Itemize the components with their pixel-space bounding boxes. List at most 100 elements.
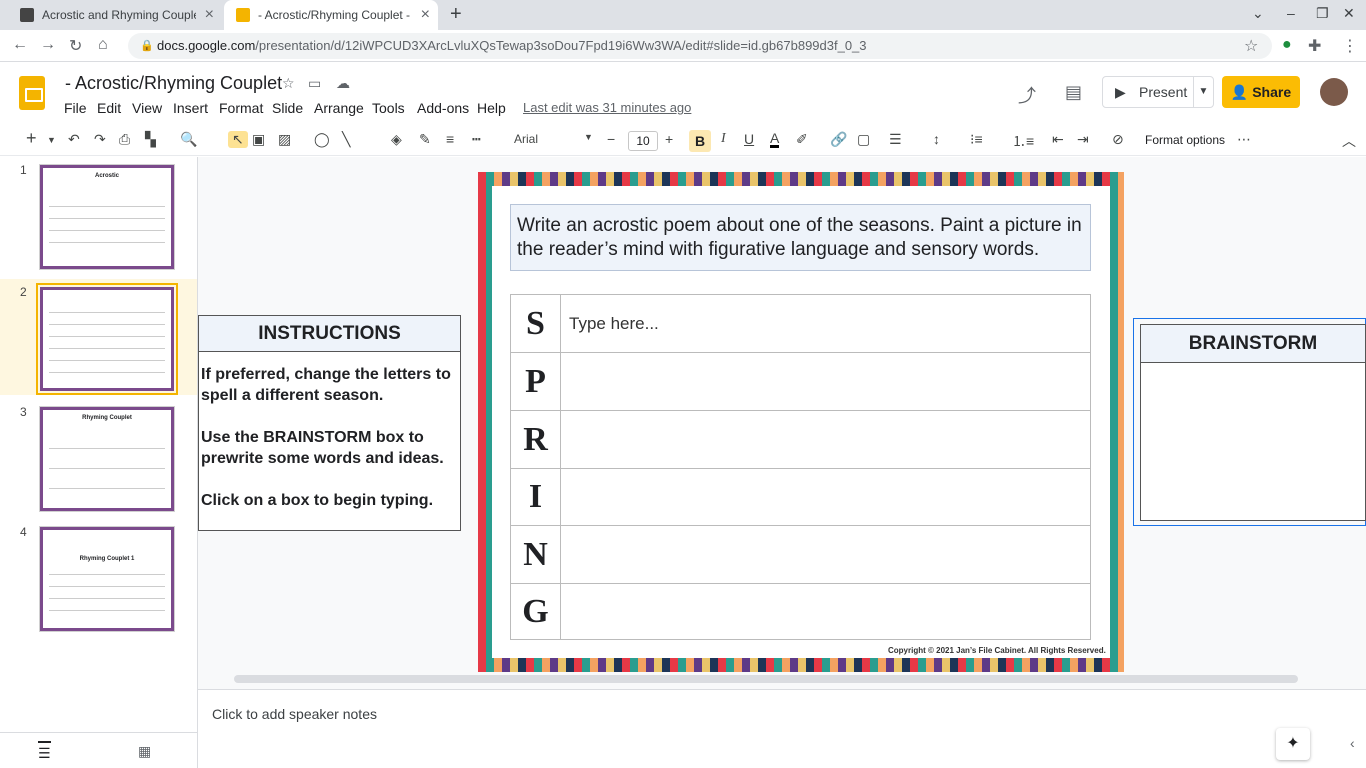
menu-tools[interactable]: Tools bbox=[372, 100, 405, 116]
star-icon[interactable]: ☆ bbox=[282, 75, 295, 92]
bold-button[interactable]: B bbox=[689, 130, 711, 152]
fill-color-icon[interactable]: ◈ bbox=[391, 131, 402, 148]
new-slide-dropdown-icon[interactable]: ▼ bbox=[47, 135, 56, 145]
increase-indent-icon[interactable]: ⇥ bbox=[1077, 131, 1089, 148]
menu-help[interactable]: Help bbox=[477, 100, 506, 116]
numbered-list-icon[interactable]: ⒈≡ bbox=[1012, 131, 1034, 151]
list-view-icon[interactable]: ☰ bbox=[38, 741, 51, 762]
collapse-icon[interactable]: ︿ bbox=[1342, 131, 1356, 151]
close-window-icon[interactable]: ✕ bbox=[1343, 5, 1355, 22]
document-title[interactable]: - Acrostic/Rhyming Couplet bbox=[65, 73, 282, 94]
acrostic-row[interactable]: G bbox=[511, 583, 1090, 641]
underline-icon[interactable]: U bbox=[744, 131, 754, 147]
undo-icon[interactable]: ↶ bbox=[68, 131, 80, 148]
image-icon[interactable]: ▨ bbox=[278, 131, 291, 148]
acrostic-row[interactable]: R bbox=[511, 411, 1090, 469]
close-tab-icon[interactable]: × bbox=[205, 6, 214, 24]
tab-1[interactable]: Acrostic and Rhyming Couplet F× bbox=[8, 0, 222, 30]
extensions-puzzle-icon[interactable]: ✚ bbox=[1308, 36, 1321, 56]
decrease-font-icon[interactable]: − bbox=[607, 131, 615, 147]
link-icon[interactable]: 🔗 bbox=[830, 131, 847, 148]
select-icon[interactable]: ↖ bbox=[228, 131, 248, 148]
text-color-icon[interactable]: A bbox=[770, 131, 780, 148]
present-dropdown-icon[interactable]: ▼ bbox=[1193, 77, 1213, 107]
add-comment-icon[interactable]: ▢ bbox=[857, 131, 870, 148]
acrostic-row[interactable]: S Type here... bbox=[511, 295, 1090, 353]
line-spacing-icon[interactable]: ↕ bbox=[933, 131, 940, 147]
slide-thumbnail[interactable] bbox=[36, 283, 178, 395]
bulleted-list-icon[interactable]: ⁝≡ bbox=[970, 131, 983, 148]
font-size-input[interactable]: 10 bbox=[628, 131, 658, 151]
side-panel-toggle-icon[interactable]: ‹ bbox=[1350, 735, 1355, 751]
paint-format-icon[interactable]: ▚ bbox=[145, 131, 156, 148]
acrostic-row[interactable]: N bbox=[511, 526, 1090, 584]
home-icon[interactable]: ⌂ bbox=[98, 36, 108, 54]
menu-addons[interactable]: Add-ons bbox=[417, 100, 469, 116]
back-icon[interactable]: ← bbox=[12, 36, 28, 54]
border-dash-icon[interactable]: ┅ bbox=[472, 131, 480, 148]
acrostic-row[interactable]: I bbox=[511, 468, 1090, 526]
tab-search-icon[interactable]: ⌄ bbox=[1252, 5, 1264, 22]
highlight-icon[interactable]: ✐ bbox=[796, 131, 808, 148]
text-box-icon[interactable]: ▣ bbox=[252, 131, 265, 148]
slides-logo-icon[interactable] bbox=[19, 76, 45, 110]
font-select[interactable]: Arial ▼ bbox=[514, 132, 593, 146]
italic-icon[interactable]: I bbox=[721, 131, 726, 147]
slide-thumbnail[interactable]: Acrostic bbox=[39, 164, 175, 270]
line-icon[interactable]: ╲ bbox=[342, 131, 350, 148]
avatar[interactable] bbox=[1320, 78, 1348, 106]
format-options-button[interactable]: Format options bbox=[1145, 133, 1225, 147]
bookmark-star-icon[interactable]: ☆ bbox=[1244, 36, 1258, 56]
decrease-indent-icon[interactable]: ⇤ bbox=[1052, 131, 1064, 148]
more-icon[interactable]: ⋯ bbox=[1237, 131, 1251, 148]
present-button[interactable]: ▶ Present ▼ bbox=[1102, 76, 1214, 108]
align-icon[interactable]: ☰ bbox=[889, 131, 902, 148]
chrome-menu-icon[interactable]: ⋮ bbox=[1342, 36, 1358, 56]
menu-slide[interactable]: Slide bbox=[272, 100, 303, 116]
forward-icon[interactable]: → bbox=[40, 36, 56, 54]
grid-view-icon[interactable]: ▦ bbox=[138, 743, 151, 760]
thumb-slide-3[interactable]: 3 Rhyming Couplet bbox=[0, 399, 197, 515]
increase-font-icon[interactable]: + bbox=[665, 131, 673, 147]
new-tab-button[interactable]: + bbox=[450, 3, 462, 26]
menu-arrange[interactable]: Arrange bbox=[314, 100, 364, 116]
move-folder-icon[interactable]: ▭ bbox=[308, 75, 321, 92]
new-slide-icon[interactable]: + bbox=[26, 128, 37, 149]
print-icon[interactable]: ⎙ bbox=[119, 131, 130, 148]
instructions-box[interactable]: INSTRUCTIONS If preferred, change the le… bbox=[198, 315, 461, 531]
restore-icon[interactable]: ❐ bbox=[1316, 5, 1329, 22]
close-tab-icon[interactable]: × bbox=[421, 6, 430, 24]
slide-thumbnail[interactable]: Rhyming Couplet 1 bbox=[39, 526, 175, 632]
menu-format[interactable]: Format bbox=[219, 100, 263, 116]
zoom-icon[interactable]: 🔍 bbox=[180, 131, 197, 148]
menu-file[interactable]: File bbox=[64, 100, 87, 116]
redo-icon[interactable]: ↷ bbox=[94, 131, 106, 148]
tab-2[interactable]: - Acrostic/Rhyming Couplet - Go× bbox=[224, 0, 438, 30]
thumb-slide-1[interactable]: 1 Acrostic bbox=[0, 157, 197, 273]
prompt-text[interactable]: Write an acrostic poem about one of the … bbox=[510, 204, 1091, 271]
speaker-notes[interactable]: Click to add speaker notes bbox=[198, 689, 1366, 768]
clear-formatting-icon[interactable]: ⊘ bbox=[1112, 131, 1124, 148]
slide-thumbnail[interactable]: Rhyming Couplet bbox=[39, 406, 175, 512]
horizontal-scrollbar[interactable] bbox=[234, 675, 1298, 683]
extension-icon[interactable]: ● bbox=[1282, 36, 1292, 54]
border-color-icon[interactable]: ✎ bbox=[419, 131, 431, 148]
minimize-icon[interactable]: – bbox=[1287, 5, 1295, 21]
url-input[interactable]: docs.google.com/presentation/d/12iWPCUD3… bbox=[128, 33, 1272, 59]
reload-icon[interactable]: ↻ bbox=[69, 36, 82, 56]
menu-view[interactable]: View bbox=[132, 100, 162, 116]
last-edit-link[interactable]: Last edit was 31 minutes ago bbox=[523, 100, 691, 115]
menu-insert[interactable]: Insert bbox=[173, 100, 208, 116]
brainstorm-box[interactable]: BRAINSTORM bbox=[1140, 324, 1366, 521]
cloud-status-icon[interactable]: ☁ bbox=[336, 75, 350, 92]
shape-icon[interactable]: ◯ bbox=[314, 131, 330, 148]
share-button[interactable]: 👤 Share bbox=[1222, 76, 1300, 108]
border-weight-icon[interactable]: ≡ bbox=[446, 131, 454, 147]
activity-trend-icon[interactable]: ⤴ bbox=[1018, 82, 1036, 108]
thumb-slide-2[interactable]: 2 bbox=[0, 279, 197, 395]
explore-icon[interactable]: ✦ bbox=[1276, 728, 1310, 760]
lock-icon[interactable]: 🔒 bbox=[140, 39, 154, 52]
type-here-placeholder[interactable]: Type here... bbox=[569, 314, 659, 334]
comments-icon[interactable]: ▤ bbox=[1065, 82, 1082, 103]
thumb-slide-4[interactable]: 4 Rhyming Couplet 1 bbox=[0, 519, 197, 635]
